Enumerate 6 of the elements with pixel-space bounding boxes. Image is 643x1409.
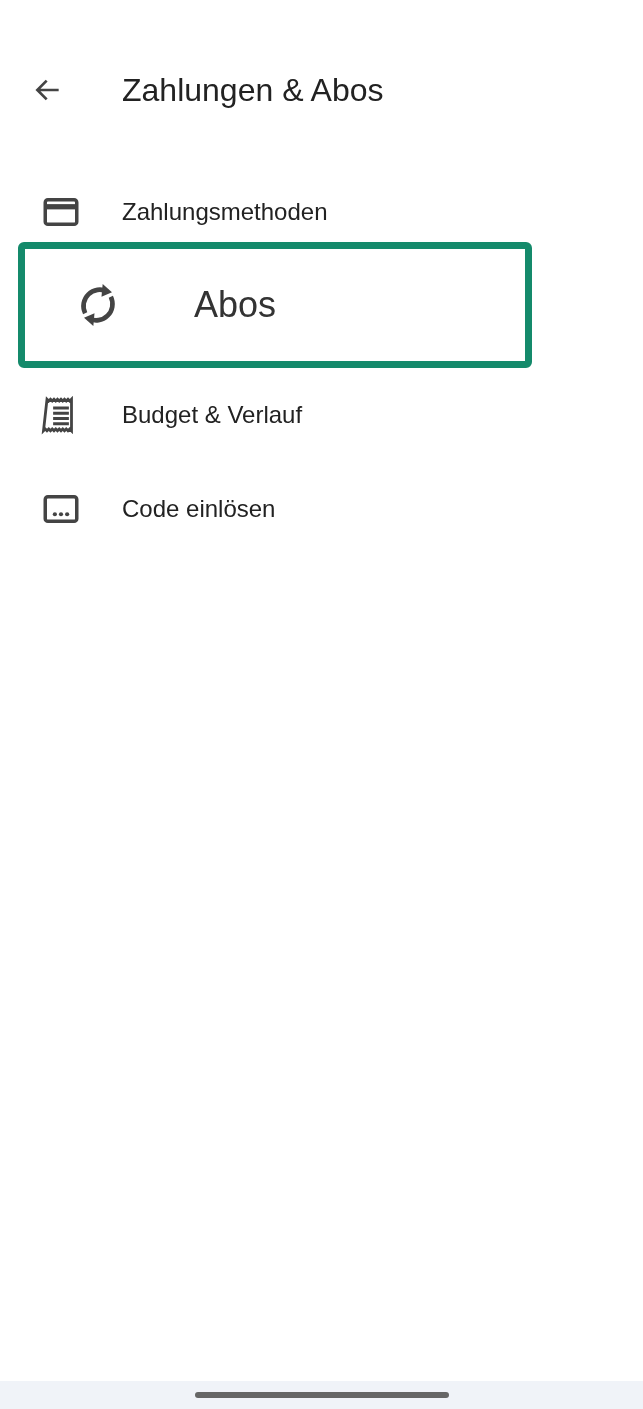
home-handle[interactable] (194, 1392, 449, 1398)
menu-item[interactable]: Abos (18, 242, 532, 368)
menu-item[interactable]: Budget & Verlauf (0, 368, 643, 462)
menu-item[interactable]: Zahlungsmethoden (0, 182, 643, 242)
page-title: Zahlungen & Abos (122, 71, 384, 109)
menu-item[interactable]: Code einlösen (0, 462, 643, 556)
